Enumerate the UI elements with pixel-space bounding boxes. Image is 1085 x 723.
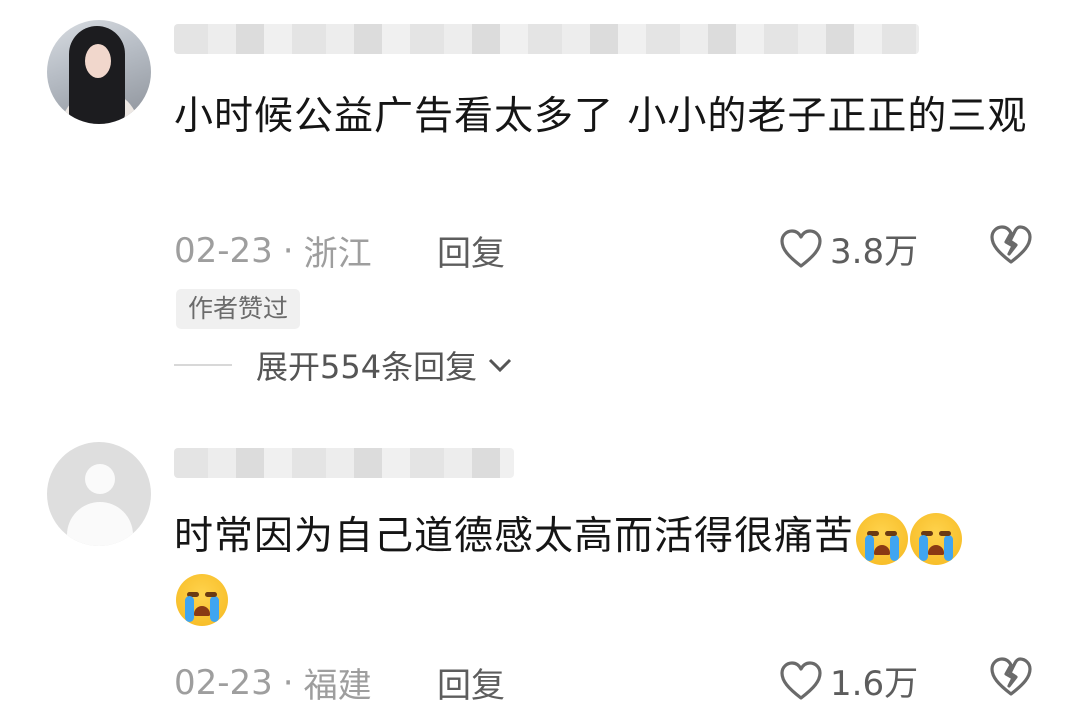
like-button[interactable]: 1.6万 [778, 656, 918, 705]
dislike-button[interactable] [988, 656, 1034, 702]
comment-date: 02-23 [174, 662, 273, 703]
crying-face-emoji [856, 512, 909, 565]
crying-face-emoji [176, 573, 228, 626]
heart-outline-icon [780, 660, 822, 700]
author-liked-badge: 作者赞过 [176, 289, 301, 329]
heart-outline-icon [780, 228, 822, 268]
avatar[interactable] [47, 20, 151, 124]
username-blurred [174, 24, 919, 54]
chevron-down-icon [489, 358, 512, 373]
comment-date: 02-23 [174, 230, 273, 271]
expand-replies[interactable]: 展开554条回复 [174, 342, 515, 388]
avatar[interactable] [47, 442, 151, 546]
comment-location: 浙江 [303, 234, 372, 274]
broken-heart-icon [990, 657, 1032, 696]
username-blurred [174, 448, 514, 478]
comment-text: 时常因为自己道德感太高而活得很痛苦 [174, 508, 1034, 626]
comment-meta: 02-23 · 福建 [174, 658, 372, 707]
crying-face-emoji [910, 512, 963, 565]
comment-location: 福建 [303, 666, 372, 706]
like-count: 1.6万 [830, 664, 919, 704]
comment-meta: 02-23 · 浙江 [174, 226, 372, 275]
expand-replies-label: 展开554条回复 [256, 348, 478, 386]
comment-text-content: 时常因为自己道德感太高而活得很痛苦 [174, 514, 855, 559]
like-count: 3.8万 [830, 232, 919, 272]
broken-heart-icon [990, 225, 1032, 264]
dislike-button[interactable] [988, 224, 1034, 270]
reply-button[interactable]: 回复 [437, 226, 505, 275]
like-button[interactable]: 3.8万 [778, 224, 918, 273]
reply-button[interactable]: 回复 [437, 658, 505, 707]
divider [174, 364, 232, 366]
comment-text: 小时候公益广告看太多了 小小的老子正正的三观 [174, 94, 1028, 139]
